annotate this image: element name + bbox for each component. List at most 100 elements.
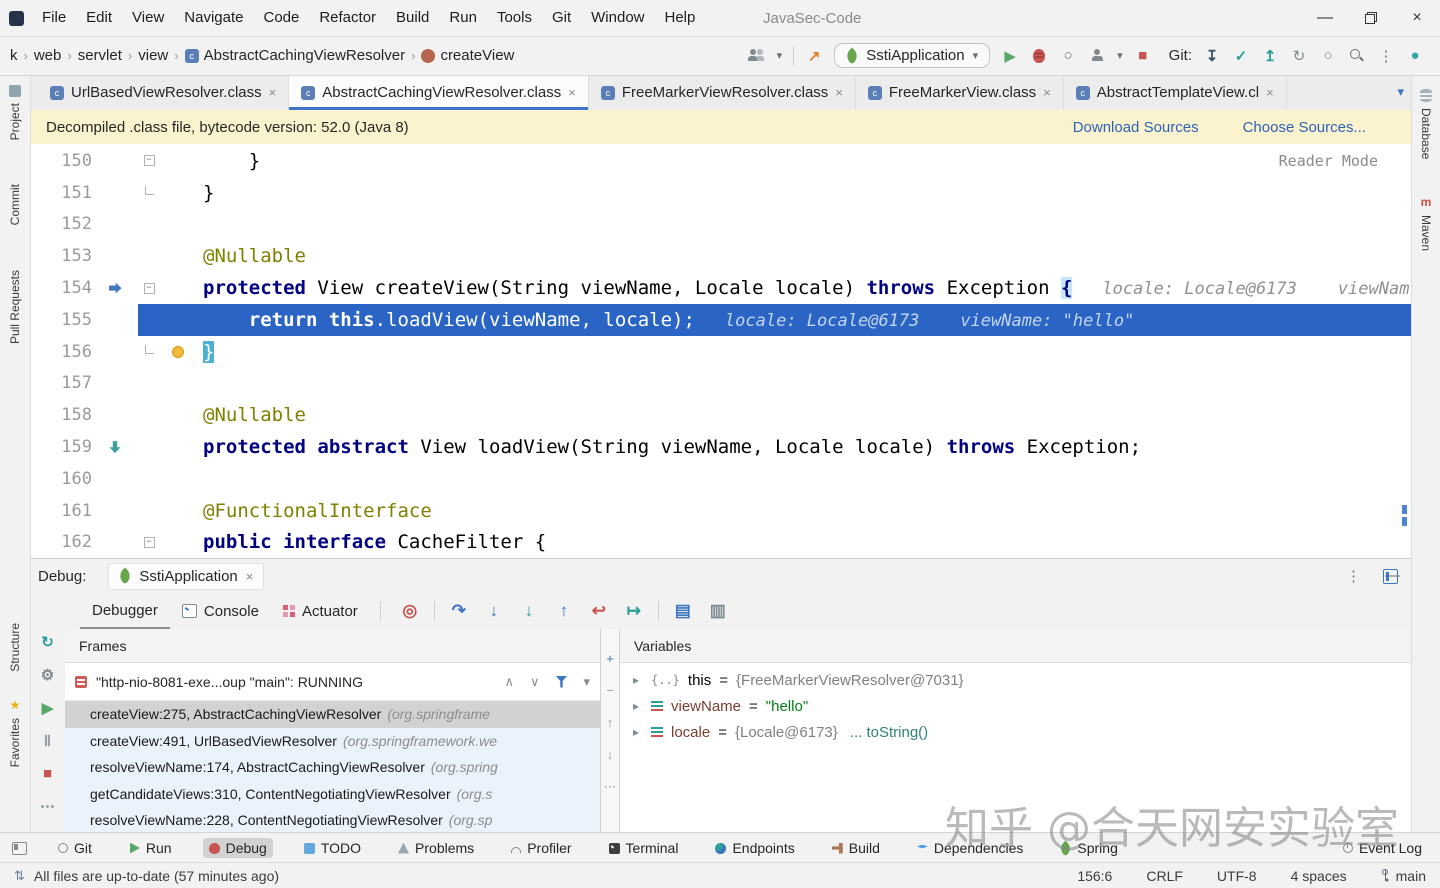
plugin-icon[interactable]: ●	[1406, 46, 1424, 66]
restore-icon[interactable]	[1348, 0, 1394, 36]
hidden-tabs-icon[interactable]: ▾	[1397, 84, 1404, 100]
remove-watch-icon[interactable]: −	[606, 683, 614, 698]
toolwindow-button-event-log[interactable]: Event Log	[1337, 838, 1428, 858]
stack-frame[interactable]: createView:275, AbstractCachingViewResol…	[65, 701, 600, 728]
editor-tab-freemarkerviewresolver-class[interactable]: c FreeMarkerViewResolver.class ×	[589, 75, 856, 110]
editor-line-151[interactable]: 151}	[30, 177, 1412, 209]
profile-button[interactable]: ○	[1059, 46, 1077, 66]
chevron-down-icon[interactable]: ▾	[777, 49, 783, 62]
toolwindow-button-endpoints[interactable]: Endpoints	[709, 838, 800, 858]
tool-button-commit[interactable]: Commit	[8, 184, 22, 225]
debug-tab-debugger[interactable]: Debugger	[80, 593, 170, 629]
user-icon[interactable]	[1088, 46, 1106, 66]
editor-line-160[interactable]: 160	[30, 463, 1412, 495]
fold-marker-icon[interactable]	[138, 190, 160, 195]
menu-code[interactable]: Code	[253, 9, 309, 26]
stack-frame[interactable]: getCandidateViews:310, ContentNegotiatin…	[65, 780, 600, 807]
choose-sources-link[interactable]: Choose Sources...	[1243, 119, 1366, 136]
debug-session-tab[interactable]: SstiApplication ×	[108, 562, 265, 590]
editor-tab-abstractcachingviewresolver-class[interactable]: c AbstractCachingViewResolver.class ×	[289, 75, 589, 110]
more-icon[interactable]: ⋯	[40, 797, 55, 815]
editor-tab-urlbasedviewresolver-class[interactable]: c UrlBasedViewResolver.class ×	[38, 75, 290, 110]
drop-frame-icon[interactable]: ↩	[588, 601, 610, 621]
toolwindow-button-profiler[interactable]: Profiler	[505, 838, 577, 858]
code-editor[interactable]: 150 }151}152153@Nullable154protected Vie…	[30, 144, 1412, 558]
breadcrumb-item-servlet[interactable]: servlet	[78, 47, 122, 64]
lightbulb-icon[interactable]	[172, 345, 184, 358]
code-with-me-icon[interactable]	[748, 49, 765, 62]
toolwindow-button-git[interactable]: Git	[52, 838, 98, 858]
editor-line-156[interactable]: 156}	[30, 336, 1412, 368]
tostring-link[interactable]: ... toString()	[850, 724, 928, 741]
status-segment-1[interactable]: CRLF	[1146, 868, 1183, 884]
close-session-icon[interactable]: ×	[246, 569, 254, 584]
editor-tab-abstracttemplateview-cl[interactable]: c AbstractTemplateView.cl ×	[1064, 75, 1287, 110]
move-up-icon[interactable]: ↑	[607, 715, 614, 730]
fold-marker-icon[interactable]	[138, 155, 160, 166]
step-out-icon[interactable]: ↑	[553, 601, 575, 621]
thread-selector[interactable]: "http-nio-8081-exe...oup "main": RUNNING…	[65, 663, 600, 701]
stack-frame[interactable]: resolveViewName:174, AbstractCachingView…	[65, 754, 600, 781]
run-to-cursor-icon[interactable]: ↦	[623, 601, 645, 621]
settings-icon[interactable]: ⚙	[41, 666, 54, 684]
step-into-icon[interactable]: ↓	[483, 601, 505, 621]
chevron-right-icon[interactable]: ▸	[633, 725, 643, 739]
run-button[interactable]: ▶	[1001, 46, 1019, 66]
prev-frame-icon[interactable]: ∧	[504, 674, 514, 690]
breadcrumb-item-view[interactable]: view	[138, 47, 168, 64]
stop-icon[interactable]: ■	[43, 765, 52, 782]
kebab-icon[interactable]: ⋮	[1346, 567, 1361, 585]
status-segment-0[interactable]: 156:6	[1077, 868, 1112, 884]
settings-sliders-icon[interactable]: ▥	[707, 601, 729, 621]
chevron-down-icon[interactable]: ▾	[583, 674, 590, 690]
fold-marker-icon[interactable]	[138, 537, 160, 548]
more-icon[interactable]: ⋮	[1377, 46, 1395, 66]
show-execution-point-icon[interactable]: ◎	[399, 601, 421, 621]
minimize-icon[interactable]: —	[1302, 0, 1348, 36]
stack-frame[interactable]: createView:491, UrlBasedViewResolver (org…	[65, 727, 600, 754]
force-step-into-icon[interactable]: ↓	[518, 601, 540, 621]
chevron-down-icon[interactable]: ▾	[1117, 49, 1123, 62]
search-icon[interactable]	[1348, 46, 1366, 66]
editor-line-153[interactable]: 153 @Nullable	[30, 240, 1412, 272]
rocket-icon[interactable]: ↗	[805, 46, 823, 66]
commit-button[interactable]: ✓	[1232, 46, 1250, 66]
debug-tab-actuator[interactable]: Actuator	[271, 593, 370, 629]
breadcrumb-item-web[interactable]: web	[34, 47, 62, 64]
toolwindow-button-problems[interactable]: Problems	[392, 838, 480, 858]
download-sources-link[interactable]: Download Sources	[1073, 119, 1199, 136]
tool-button-pull-requests[interactable]: Pull Requests	[1, 270, 29, 344]
close-icon[interactable]: ×	[1394, 0, 1440, 36]
editor-line-154[interactable]: 154 protected View createView(String view…	[30, 272, 1412, 304]
fold-marker-icon[interactable]	[138, 349, 160, 354]
filter-icon[interactable]	[555, 675, 568, 688]
breadcrumb-item-k[interactable]: k	[10, 47, 18, 64]
editor-line-152[interactable]: 152	[30, 209, 1412, 241]
evaluate-expression-icon[interactable]: ▤	[672, 601, 694, 621]
close-tab-icon[interactable]: ×	[568, 85, 576, 100]
menu-view[interactable]: View	[122, 9, 174, 26]
editor-tab-freemarkerview-class[interactable]: c FreeMarkerView.class ×	[856, 75, 1064, 110]
tool-button-project[interactable]: Project	[8, 85, 22, 140]
status-segment-2[interactable]: UTF-8	[1217, 868, 1257, 884]
tool-button-favorites[interactable]: ★ Favorites	[8, 698, 22, 767]
push-button[interactable]: ↥	[1261, 46, 1279, 66]
toolwindow-button-debug[interactable]: Debug	[202, 838, 273, 858]
editor-line-159[interactable]: 159 protected abstract View loadView(Stri…	[30, 431, 1412, 463]
variable-row-locale[interactable]: ▸ locale = {Locale@6173}... toString()	[620, 719, 1412, 745]
close-tab-icon[interactable]: ×	[269, 85, 277, 100]
breadcrumb-item-createview[interactable]: createView	[421, 47, 514, 64]
editor-line-158[interactable]: 158 @Nullable	[30, 399, 1412, 431]
toolwindow-button-run[interactable]: Run	[123, 838, 178, 858]
tool-button-maven[interactable]: m Maven	[1419, 195, 1433, 251]
menu-file[interactable]: File	[32, 9, 76, 26]
more-icon[interactable]: ⋯	[604, 779, 617, 795]
history-icon[interactable]: ○	[1319, 46, 1337, 66]
menu-help[interactable]: Help	[655, 9, 706, 26]
editor-line-157[interactable]: 157	[30, 368, 1412, 400]
toolwindow-switcher-icon[interactable]	[12, 841, 27, 855]
refresh-icon[interactable]: ↻	[1290, 46, 1308, 66]
next-frame-icon[interactable]: ∨	[530, 674, 540, 690]
tool-button-structure[interactable]: Structure	[8, 623, 22, 672]
fold-marker-icon[interactable]	[138, 283, 160, 294]
